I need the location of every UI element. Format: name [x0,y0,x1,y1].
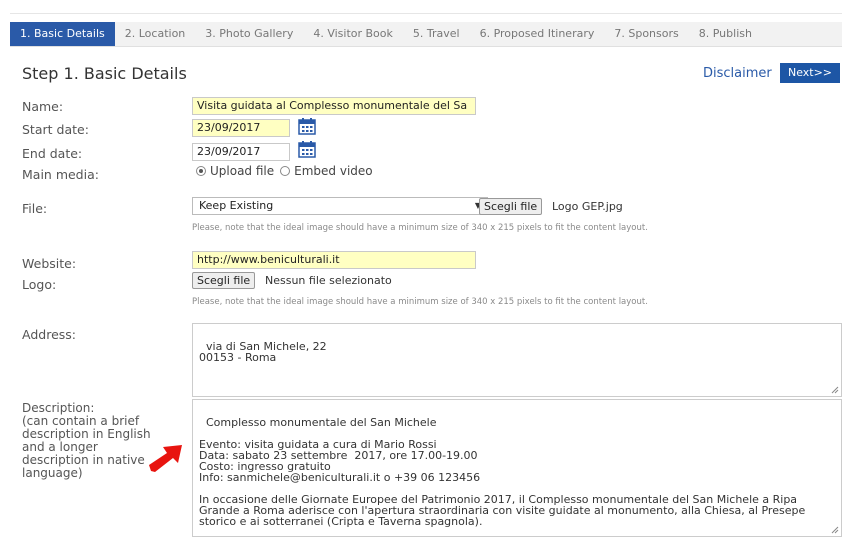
disclaimer-link[interactable]: Disclaimer [703,66,772,81]
page-title: Step 1. Basic Details [22,64,187,83]
file-name: Logo GEP.jpg [552,200,623,213]
tab-location[interactable]: 2. Location [115,22,196,46]
file-select[interactable]: Keep Existing ▼ [192,197,488,215]
tab-proposed-itinerary[interactable]: 6. Proposed Itinerary [470,22,605,46]
start-date-label: Start date: [22,122,89,137]
file-select-value: Keep Existing [199,199,274,212]
logo-label: Logo: [22,277,57,292]
top-divider [10,13,842,14]
name-input[interactable]: Visita guidata al Complesso monumentale … [192,97,476,115]
end-date-label: End date: [22,146,83,161]
choose-file-button[interactable]: Scegli file [479,198,543,215]
main-media-options: Upload file Embed video [196,164,373,178]
website-input[interactable]: http://www.beniculturali.it [192,251,476,269]
file-size-note: Please, note that the ideal image should… [192,223,648,233]
upload-file-label: Upload file [210,164,275,178]
calendar-icon[interactable] [298,141,316,158]
address-textarea[interactable]: via di San Michele, 22 00153 - Roma [192,323,842,397]
address-text: via di San Michele, 22 00153 - Roma [199,340,327,364]
resize-handle-icon[interactable] [831,386,839,394]
description-text: Complesso monumentale del San Michele Ev… [199,416,806,528]
tab-photo-gallery[interactable]: 3. Photo Gallery [195,22,303,46]
logo-choose-file-button[interactable]: Scegli file [192,272,256,289]
tab-visitor-book[interactable]: 4. Visitor Book [303,22,403,46]
wizard-tabs: 1. Basic Details 2. Location 3. Photo Ga… [10,22,842,47]
description-label: Description: (can contain a brief descri… [22,401,151,480]
website-label: Website: [22,256,77,271]
tab-publish[interactable]: 8. Publish [689,22,762,46]
tab-basic-details[interactable]: 1. Basic Details [10,22,115,46]
name-label: Name: [22,99,64,114]
start-date-input[interactable]: 23/09/2017 [192,119,290,137]
calendar-icon[interactable] [298,118,316,135]
tab-travel[interactable]: 5. Travel [403,22,470,46]
next-button[interactable]: Next>> [780,63,840,83]
red-arrow-icon [149,445,182,472]
file-label: File: [22,201,48,216]
embed-video-label: Embed video [294,164,373,178]
embed-video-radio[interactable] [280,166,291,176]
end-date-input[interactable]: 23/09/2017 [192,143,290,161]
main-media-label: Main media: [22,167,99,182]
tab-sponsors[interactable]: 7. Sponsors [604,22,688,46]
upload-file-radio[interactable] [196,166,206,176]
resize-handle-icon[interactable] [831,526,839,534]
logo-size-note: Please, note that the ideal image should… [192,297,648,307]
description-textarea[interactable]: Complesso monumentale del San Michele Ev… [192,399,842,537]
address-label: Address: [22,327,76,342]
logo-file-status: Nessun file selezionato [265,274,392,287]
